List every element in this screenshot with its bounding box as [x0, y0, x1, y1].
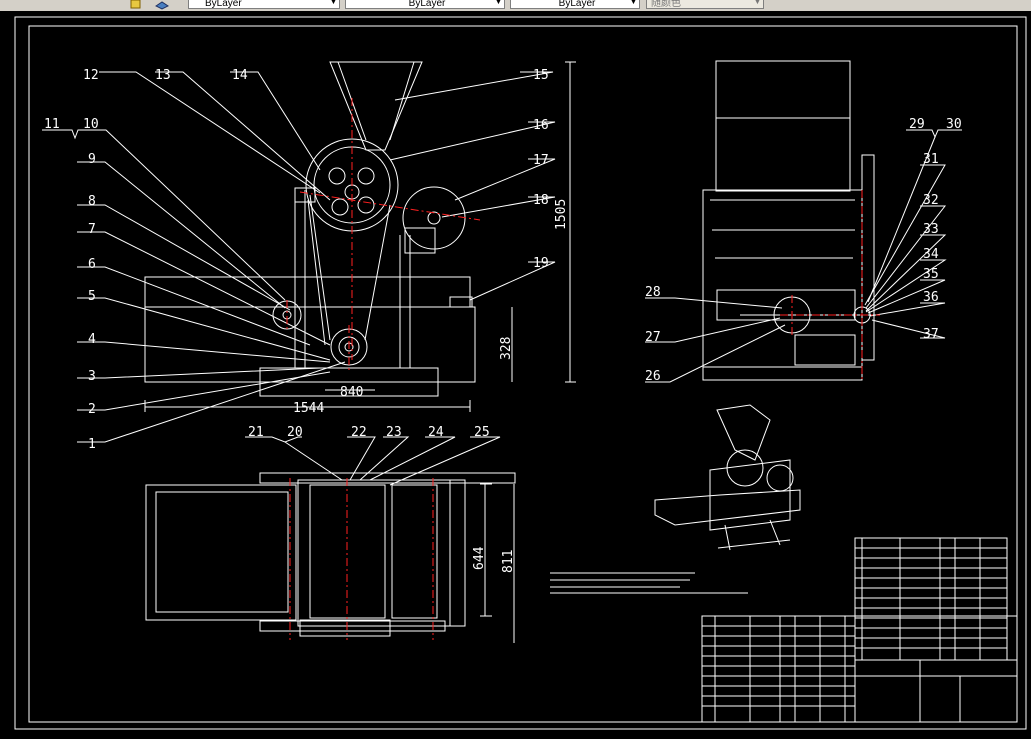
part-label: 1 — [88, 437, 96, 452]
part-label: 22 — [351, 425, 367, 440]
iso-table — [654, 489, 801, 526]
part-label: 10 — [83, 117, 99, 132]
part-label: 19 — [533, 256, 549, 271]
sheet-border — [14, 16, 1027, 730]
part-label: 37 — [923, 327, 939, 342]
part-label: 35 — [923, 267, 939, 282]
part-label: 3 — [88, 369, 96, 384]
plotstyle-select-value: 随颜色 — [651, 0, 681, 9]
part-label: 29 — [909, 117, 925, 132]
plotstyle-select[interactable]: 随颜色 ▼ — [646, 0, 764, 9]
side-belt — [861, 154, 875, 361]
part-label: 18 — [533, 193, 549, 208]
linetype-select[interactable]: ByLayer ▼ — [345, 0, 505, 9]
part-label: 13 — [155, 68, 171, 83]
chevron-down-icon: ▼ — [754, 0, 761, 6]
part-label: 25 — [474, 425, 490, 440]
motor — [794, 334, 856, 366]
part-label: 31 — [923, 152, 939, 167]
part-label: 20 — [287, 425, 303, 440]
part-label: 9 — [88, 152, 96, 167]
part-label: 23 — [386, 425, 402, 440]
color-select-value: ByLayer — [205, 0, 242, 9]
drawing-canvas[interactable]: 1 2 3 4 5 6 7 8 9 10 11 12 13 14 15 16 1… — [0, 11, 1031, 734]
part-label: 12 — [83, 68, 99, 83]
part-label: 11 — [44, 117, 60, 132]
plan-rollers — [309, 484, 386, 619]
part-label: 5 — [88, 289, 96, 304]
chevron-down-icon: ▼ — [495, 0, 502, 6]
plan-view — [145, 436, 516, 643]
linetype-select-value: ByLayer — [408, 0, 446, 9]
isometric-view — [654, 404, 801, 551]
part-label: 4 — [88, 332, 96, 347]
cad-drawing: 1 2 3 4 5 6 7 8 9 10 11 12 13 14 15 16 1… — [14, 16, 1027, 730]
part-label: 7 — [88, 222, 96, 237]
part-label: 24 — [428, 425, 444, 440]
iso-hopper — [716, 404, 771, 461]
part-label: 27 — [645, 330, 661, 345]
layer-stack-icon[interactable] — [155, 0, 169, 10]
part-label: 33 — [923, 222, 939, 237]
side-view — [645, 60, 962, 383]
lineweight-select-value: ByLayer — [558, 0, 596, 9]
part-label: 14 — [232, 68, 248, 83]
dimension-base-height: 328 — [499, 337, 514, 360]
layer-tools-icon[interactable] — [130, 0, 142, 9]
plan-screen — [145, 484, 297, 621]
part-label: 34 — [923, 247, 939, 262]
side-frame — [702, 189, 863, 381]
chevron-down-icon: ▼ — [630, 0, 637, 6]
chevron-down-icon: ▼ — [330, 0, 337, 6]
part-label: 6 — [88, 257, 96, 272]
dimension-base-width: 840 — [340, 385, 363, 400]
color-select[interactable]: ByLayer ▼ — [188, 0, 340, 9]
front-view — [42, 61, 576, 443]
drive-pulley — [402, 186, 466, 250]
part-label: 17 — [533, 153, 549, 168]
part-label: 2 — [88, 402, 96, 417]
conveyor-table — [144, 276, 471, 308]
dimension-total-height: 1505 — [554, 199, 569, 230]
part-label: 15 — [533, 68, 549, 83]
part-label: 30 — [946, 117, 962, 132]
hopper — [329, 61, 423, 151]
lineweight-select[interactable]: ByLayer ▼ — [510, 0, 640, 9]
side-hopper — [715, 60, 851, 192]
part-label: 28 — [645, 285, 661, 300]
part-label: 21 — [248, 425, 264, 440]
dimension-labels: 1505 328 840 1544 644 811 — [293, 199, 569, 573]
dimension-plan-depth-outer: 811 — [501, 550, 516, 573]
part-label: 32 — [923, 193, 939, 208]
centerlines — [286, 98, 880, 640]
part-label: 36 — [923, 290, 939, 305]
part-labels: 1 2 3 4 5 6 7 8 9 10 11 12 13 14 15 16 1… — [44, 68, 962, 452]
part-label: 26 — [645, 369, 661, 384]
title-block — [550, 537, 1018, 723]
part-label: 16 — [533, 118, 549, 133]
dimension-total-length: 1544 — [293, 401, 324, 416]
dimension-plan-depth-inner: 644 — [472, 546, 487, 570]
part-label: 8 — [88, 194, 96, 209]
